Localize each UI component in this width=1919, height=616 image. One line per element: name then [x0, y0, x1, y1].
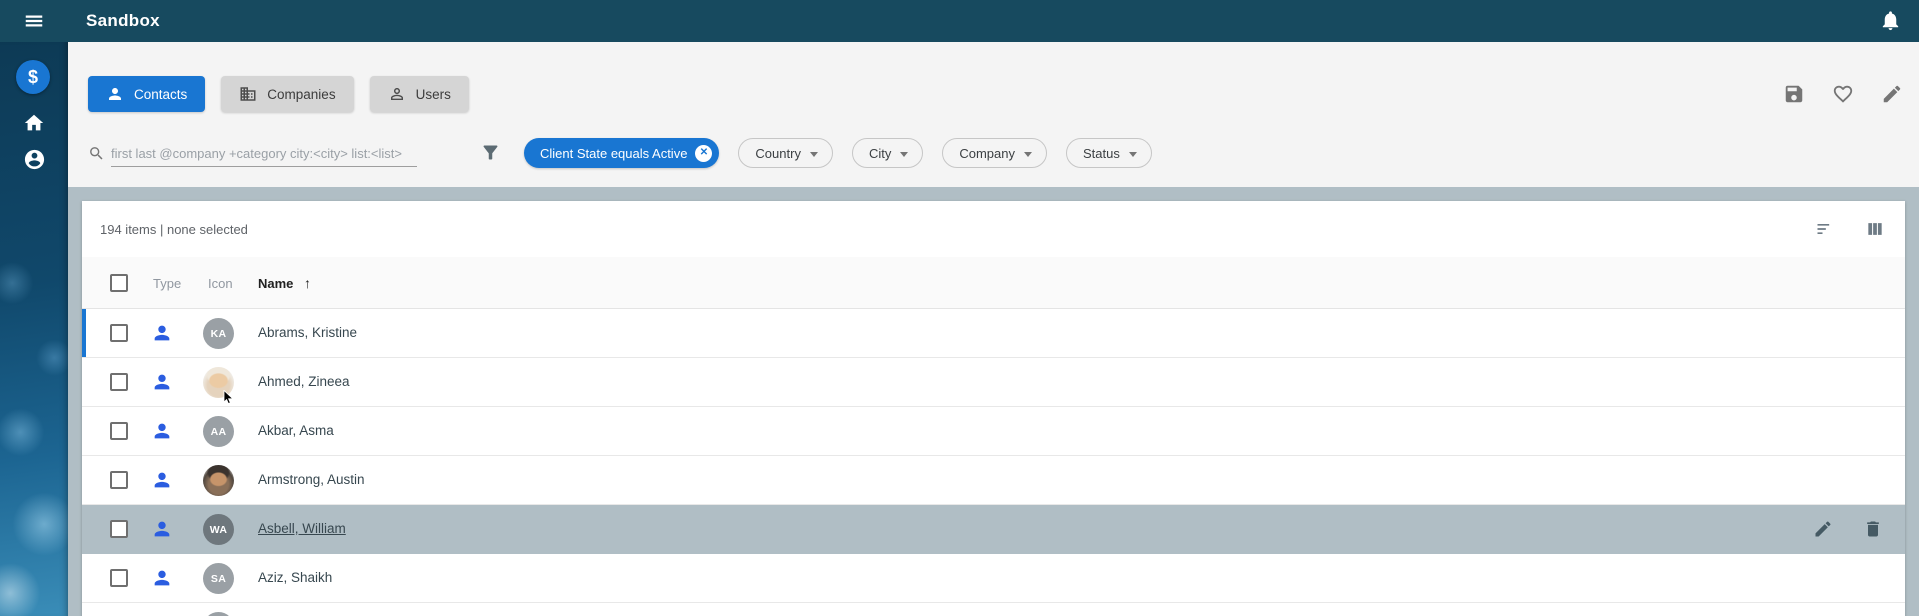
filter-dropdown-company[interactable]: Company [942, 138, 1047, 168]
avatar: WA [203, 514, 234, 545]
tab-label: Users [415, 86, 451, 102]
table-row[interactable]: SA Aziz, Shaikh [82, 554, 1905, 603]
avatar: SA [203, 563, 234, 594]
app-window: Sandbox $ Contacts Companies Users first… [0, 0, 1919, 616]
sort-icon[interactable] [1815, 219, 1835, 239]
row-checkbox[interactable] [110, 373, 128, 391]
active-filter-chip[interactable]: Client State equals Active ✕ [524, 138, 720, 168]
search-input[interactable] [111, 140, 417, 167]
contact-name-link[interactable]: Akbar, Asma [258, 423, 334, 438]
entity-tabs: Contacts Companies Users [88, 76, 469, 112]
menu-icon[interactable] [0, 10, 68, 32]
avatar [203, 612, 234, 616]
companies-icon [240, 87, 256, 101]
caret-down-icon [1128, 151, 1137, 157]
caret-down-icon [900, 151, 909, 157]
list-tools [1815, 219, 1885, 239]
contact-type-icon [154, 472, 170, 488]
table-row[interactable]: AA Akbar, Asma [82, 407, 1905, 456]
contact-type-icon [154, 325, 170, 341]
row-checkbox[interactable] [110, 422, 128, 440]
row-actions [1813, 519, 1883, 539]
home-icon[interactable] [23, 112, 45, 139]
notifications-icon[interactable] [1879, 9, 1902, 37]
person-outline-icon [390, 88, 403, 100]
contact-type-icon [154, 423, 170, 439]
sort-asc-icon[interactable]: ↑ [304, 275, 311, 291]
filter-dropdown-country[interactable]: Country [738, 138, 833, 168]
filter-funnel-icon[interactable] [480, 142, 501, 168]
row-checkbox[interactable] [110, 569, 128, 587]
caret-down-icon [809, 151, 818, 157]
table-row[interactable]: KA Abrams, Kristine [82, 309, 1905, 358]
list-container: 194 items | none selected Type Icon Name… [68, 187, 1919, 616]
contact-type-icon [154, 570, 170, 586]
favorite-icon[interactable] [1832, 83, 1854, 105]
tab-companies[interactable]: Companies [221, 76, 354, 112]
edit-row-icon[interactable] [1813, 519, 1833, 539]
column-header-icon[interactable]: Icon [208, 276, 233, 291]
save-icon[interactable] [1783, 83, 1805, 105]
dropdown-label: City [868, 145, 892, 161]
filter-dropdown-status[interactable]: Status [1065, 138, 1152, 168]
dropdown-label: Status [1082, 145, 1120, 161]
table-body: KA Abrams, Kristine Ahmed, Zineea AA Akb… [82, 309, 1905, 616]
row-checkbox[interactable] [110, 324, 128, 342]
tab-contacts[interactable]: Contacts [88, 76, 206, 112]
avatar [203, 367, 234, 398]
contacts-card: 194 items | none selected Type Icon Name… [82, 201, 1905, 616]
avatar [203, 465, 234, 496]
avatar: AA [203, 416, 234, 447]
contact-type-icon [154, 521, 170, 537]
contact-name-link[interactable]: Armstrong, Austin [258, 472, 365, 487]
contact-name-link[interactable]: Abrams, Kristine [258, 325, 357, 340]
contact-name-link[interactable]: Asbell, William [258, 521, 346, 536]
tab-users[interactable]: Users [369, 76, 469, 112]
dropdown-label: Company [959, 145, 1015, 161]
contact-type-icon [154, 374, 170, 390]
table-row[interactable]: Armstrong, Austin [82, 456, 1905, 505]
chip-label: Client State equals Active [540, 145, 688, 161]
table-header-row: Type Icon Name ↑ [82, 257, 1905, 309]
avatar: KA [203, 318, 234, 349]
chip-remove-icon[interactable]: ✕ [695, 144, 713, 162]
filter-chips: Client State equals Active ✕ Country Cit… [524, 138, 1152, 168]
column-header-name[interactable]: Name [258, 276, 293, 291]
caret-down-icon [1023, 151, 1032, 157]
person-icon [109, 88, 121, 100]
filter-dropdown-city[interactable]: City [851, 138, 924, 168]
dropdown-label: Country [755, 145, 801, 161]
row-checkbox[interactable] [110, 471, 128, 489]
row-selected-indicator [82, 309, 86, 357]
edit-icon[interactable] [1881, 83, 1903, 105]
page-title: Sandbox [86, 11, 160, 30]
tab-label: Companies [267, 86, 336, 102]
contact-name-link[interactable]: Aziz, Shaikh [258, 570, 332, 585]
delete-row-icon[interactable] [1863, 519, 1883, 539]
contact-name-link[interactable]: Ahmed, Zineea [258, 374, 350, 389]
left-sidebar: $ [0, 42, 68, 616]
top-bar: Sandbox [0, 0, 1919, 42]
columns-icon[interactable] [1865, 219, 1885, 239]
page-actions [1783, 83, 1903, 105]
search-icon [88, 145, 105, 167]
row-checkbox[interactable] [110, 520, 128, 538]
tab-label: Contacts [134, 86, 188, 102]
table-row[interactable]: Ahmed, Zineea [82, 358, 1905, 407]
list-toolbar: 194 items | none selected [82, 201, 1905, 257]
list-summary: 194 items | none selected [100, 221, 248, 237]
table-row[interactable]: WA Asbell, William [82, 505, 1905, 554]
select-all-checkbox[interactable] [110, 274, 128, 292]
column-header-type[interactable]: Type [153, 276, 181, 291]
dollar-icon[interactable]: $ [16, 60, 50, 94]
table-row[interactable] [82, 603, 1905, 616]
account-icon[interactable] [23, 148, 46, 176]
